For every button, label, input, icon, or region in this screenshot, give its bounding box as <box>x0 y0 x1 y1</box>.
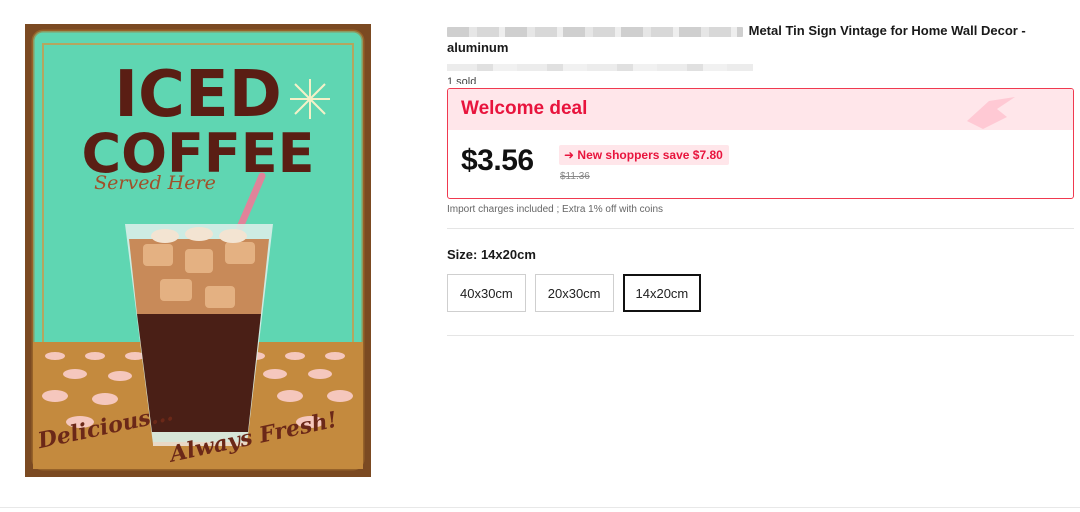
size-label: Size: 14x20cm <box>447 247 536 262</box>
divider <box>447 335 1074 336</box>
product-info: Metal Tin Sign Vintage for Home Wall Dec… <box>447 22 1074 336</box>
blurred-title-text <box>447 26 743 37</box>
import-note: Import charges included ; Extra 1% off w… <box>447 204 664 215</box>
deal-header: Welcome deal <box>448 89 1073 130</box>
current-price: $3.56 <box>461 144 534 177</box>
size-option-20x30[interactable]: 20x30cm <box>534 274 614 312</box>
original-price: $11.36 <box>560 171 590 182</box>
lightning-icon: ➜ <box>564 148 575 162</box>
divider <box>447 228 1074 229</box>
blurred-subtitle <box>447 64 753 71</box>
product-title[interactable]: Metal Tin Sign Vintage for Home Wall Dec… <box>447 22 1074 56</box>
image-text-served: Served Here <box>94 172 216 194</box>
size-option-14x20[interactable]: 14x20cm <box>622 274 702 312</box>
image-text-iced: ICED <box>114 58 282 132</box>
new-shopper-badge: ➜ New shoppers save $7.80 <box>559 145 729 165</box>
sold-count: 1 sold <box>447 76 477 84</box>
product-title-text: Metal Tin Sign Vintage for Home Wall Dec… <box>748 23 1026 38</box>
deal-title: Welcome deal <box>461 98 588 119</box>
welcome-deal-box: Welcome deal $3.56 ➜ New shoppers save $… <box>447 88 1074 199</box>
size-option-40x30[interactable]: 40x30cm <box>447 274 526 312</box>
product-title-line2: aluminum <box>447 40 509 55</box>
deal-decoration-icon <box>967 97 1015 129</box>
new-shopper-badge-text: New shoppers save $7.80 <box>577 148 723 162</box>
product-image[interactable]: ICED COFFEE Served Here Delicious... Alw… <box>25 24 371 477</box>
size-options: 40x30cm 20x30cm 14x20cm <box>447 274 1074 312</box>
page-divider <box>0 507 1080 508</box>
